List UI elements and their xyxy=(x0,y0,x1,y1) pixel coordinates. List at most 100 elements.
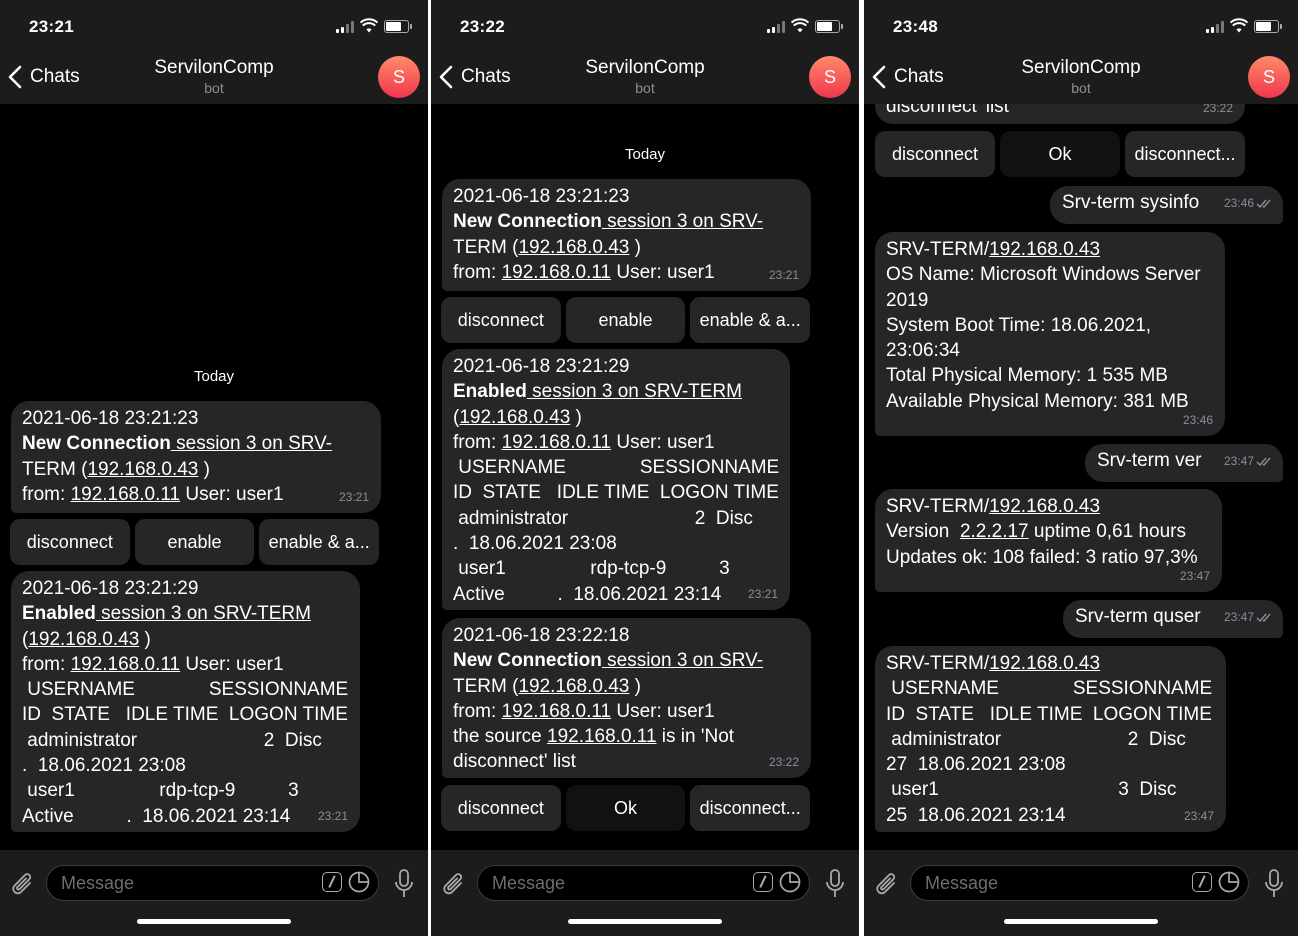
disconnect-button[interactable]: disconnect xyxy=(10,519,130,565)
back-button[interactable]: Chats xyxy=(8,62,80,92)
text-link[interactable]: 192.168.0.43 xyxy=(87,459,198,480)
sticker-icon[interactable] xyxy=(348,871,370,893)
signal-icon xyxy=(1206,21,1224,33)
message-text-segment: TERM ( xyxy=(22,458,88,480)
status-time: 23:48 xyxy=(893,17,938,36)
slash-command-icon[interactable] xyxy=(753,872,773,892)
ok-button[interactable]: Ok xyxy=(1000,131,1120,177)
date-divider: Today xyxy=(193,368,235,385)
text-link[interactable]: 192.168.0.43 xyxy=(518,237,629,258)
message-line: USERNAME SESSIONNAME xyxy=(886,676,1215,701)
text-link[interactable]: 192.168.0.43 xyxy=(989,239,1100,260)
sticker-icon[interactable] xyxy=(779,871,801,893)
message-text: 2021-06-18 23:22:18 New Connection sessio… xyxy=(453,623,800,775)
slash-command-icon[interactable] xyxy=(1192,872,1212,892)
text-link[interactable]: session 3 on SRV- xyxy=(602,650,763,671)
enable-button[interactable]: enable xyxy=(565,297,686,343)
ok-button[interactable]: Ok xyxy=(565,785,686,831)
message-line: TERM (192.168.0.43 ) xyxy=(22,457,370,482)
message-field xyxy=(46,865,379,901)
enable-and-more-button[interactable]: enable & a... xyxy=(690,297,811,343)
paperclip-icon[interactable] xyxy=(874,870,900,900)
text-link[interactable]: session 3 on SRV-TERM xyxy=(96,603,311,624)
text-link[interactable]: 192.168.0.43 xyxy=(28,629,139,650)
battery-icon xyxy=(1254,20,1282,33)
message-list[interactable]: Today 2021-06-18 23:21:23 New Connection … xyxy=(431,104,859,850)
disconnect-button[interactable]: disconnect xyxy=(441,785,561,831)
text-link[interactable]: session 3 on SRV- xyxy=(602,211,763,232)
text-link[interactable]: 192.168.0.11 xyxy=(547,726,657,747)
message-line: New Connection session 3 on SRV- xyxy=(453,209,800,234)
slash-command-icon[interactable] xyxy=(322,872,342,892)
microphone-icon[interactable] xyxy=(1264,869,1284,899)
message-line: 2021-06-18 23:21:29 xyxy=(22,576,349,601)
message-text-segment: uptime 0,61 hours xyxy=(1028,521,1186,543)
text-link[interactable]: 2.2.2.17 xyxy=(960,521,1029,542)
event-label: New Connection xyxy=(453,211,602,233)
message-text-segment: User: user1 xyxy=(180,483,284,505)
input-bar xyxy=(864,850,1298,936)
disconnect-button[interactable]: disconnect xyxy=(441,297,561,343)
nav-bar: Chats ServilonComp bot S xyxy=(431,50,859,104)
message-text: SRV-TERM/192.168.0.43 Version 2.2.2.17 up… xyxy=(886,494,1211,570)
status-time: 23:21 xyxy=(29,17,74,36)
disconnect-button[interactable]: disconnect xyxy=(875,131,995,177)
message-text-segment: Active . 18.06.2021 23:14 xyxy=(22,805,291,827)
message-line: user1 rdp-tcp-9 3 xyxy=(453,556,779,581)
paperclip-icon[interactable] xyxy=(10,870,36,900)
disconnect-more-button[interactable]: disconnect... xyxy=(690,785,811,831)
message-text-segment: ID STATE IDLE TIME LOGON TIME xyxy=(453,482,779,504)
disconnect-more-button[interactable]: disconnect... xyxy=(1125,131,1245,177)
text-link[interactable]: 192.168.0.11 xyxy=(502,701,612,722)
phone-screen-2: 23:22 Chats ServilonComp bot S Today 202… xyxy=(431,0,859,936)
double-check-icon xyxy=(1256,613,1271,622)
enable-and-more-button[interactable]: enable & a... xyxy=(259,519,380,565)
enable-button[interactable]: enable xyxy=(134,519,255,565)
message-input[interactable] xyxy=(925,866,1128,900)
message-bubble: 2021-06-18 23:21:23 New Connection sessio… xyxy=(442,179,811,291)
message-line: ID STATE IDLE TIME LOGON TIME xyxy=(22,702,349,727)
text-link[interactable]: 192.168.0.11 xyxy=(71,484,181,505)
text-link[interactable]: 192.168.0.43 xyxy=(459,407,570,428)
message-line: USERNAME SESSIONNAME xyxy=(453,455,779,480)
message-line: 2021-06-18 23:22:18 xyxy=(453,623,800,648)
phone-screen-1: 23:21 Chats ServilonComp bot S Today 202… xyxy=(0,0,428,936)
event-label: Enabled xyxy=(453,381,527,403)
microphone-icon[interactable] xyxy=(394,869,414,899)
nav-bar: Chats ServilonComp bot S xyxy=(864,50,1298,104)
message-line: the source 192.168.0.11 is in 'Not xyxy=(453,724,800,749)
back-button[interactable]: Chats xyxy=(872,62,944,92)
avatar[interactable]: S xyxy=(1248,56,1290,98)
message-status: 23:46 xyxy=(1224,191,1272,216)
back-button[interactable]: Chats xyxy=(439,62,511,92)
message-input[interactable] xyxy=(492,866,691,900)
message-text-segment: 2021-06-18 23:21:29 xyxy=(22,578,199,599)
text-link[interactable]: 192.168.0.11 xyxy=(71,654,181,675)
avatar[interactable]: S xyxy=(378,56,420,98)
sticker-icon[interactable] xyxy=(1218,871,1240,893)
text-link[interactable]: 192.168.0.43 xyxy=(518,676,629,697)
message-list[interactable]: disconnect' list 23:22 disconnect Ok dis… xyxy=(864,50,1298,850)
outgoing-message: Srv-term ver 23:47 xyxy=(1085,444,1283,482)
signal-icon xyxy=(767,21,785,33)
message-line: (192.168.0.43 ) xyxy=(22,627,349,652)
avatar[interactable]: S xyxy=(809,56,851,98)
text-link[interactable]: 192.168.0.11 xyxy=(502,262,612,283)
message-text-segment: System Boot Time: 18.06.2021, xyxy=(886,314,1152,336)
text-link[interactable]: 192.168.0.43 xyxy=(989,496,1100,517)
back-label: Chats xyxy=(461,66,511,87)
text-link[interactable]: session 3 on SRV-TERM xyxy=(527,381,742,402)
microphone-icon[interactable] xyxy=(825,869,845,899)
text-link[interactable]: 192.168.0.11 xyxy=(502,432,612,453)
message-text-segment: disconnect' list xyxy=(453,751,576,773)
chevron-left-icon xyxy=(8,65,22,89)
message-line: Version 2.2.2.17 uptime 0,61 hours xyxy=(886,519,1211,544)
message-list[interactable]: Today 2021-06-18 23:21:23 New Connection … xyxy=(0,104,428,850)
text-link[interactable]: 192.168.0.43 xyxy=(989,653,1100,674)
message-input[interactable] xyxy=(61,866,260,900)
paperclip-icon[interactable] xyxy=(441,870,467,900)
message-text-segment: 2021-06-18 23:22:18 xyxy=(453,625,630,646)
wifi-icon xyxy=(1230,18,1248,33)
text-link[interactable]: session 3 on SRV- xyxy=(171,433,332,454)
message-line: from: 192.168.0.11 User: user1 xyxy=(453,260,800,285)
